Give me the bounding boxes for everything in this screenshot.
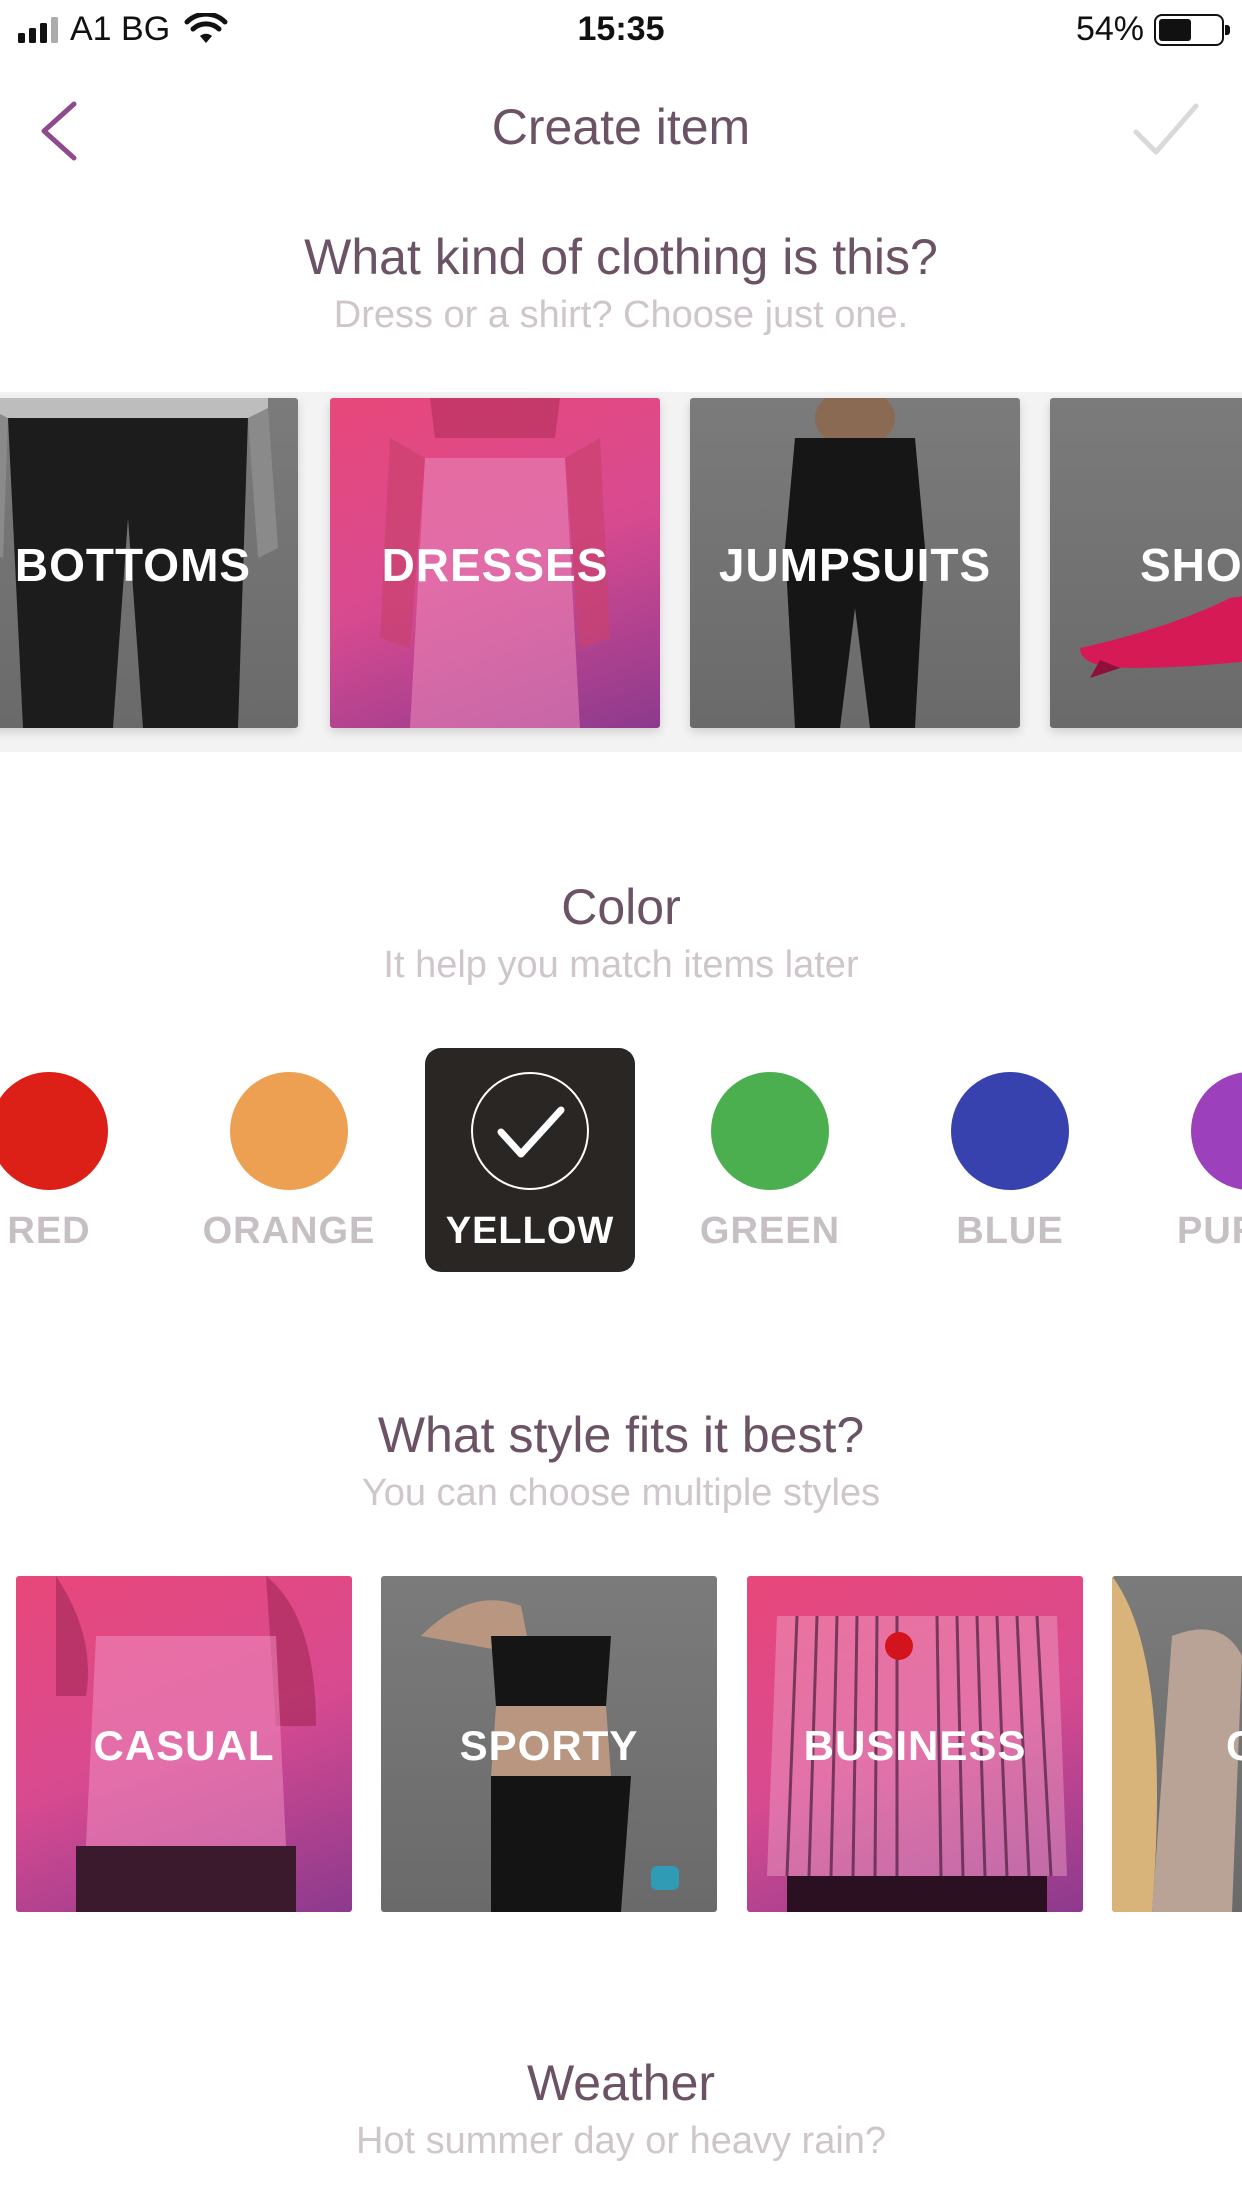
style-card-casual[interactable]: CASUAL bbox=[16, 1576, 352, 1912]
clothing-section-subtitle: Dress or a shirt? Choose just one. bbox=[333, 294, 909, 336]
color-section-title: Color bbox=[561, 879, 681, 935]
style-card-label: BUSINESS bbox=[803, 1722, 1027, 1769]
style-carousel[interactable]: CASUAL SPORTY BUSINESS bbox=[0, 1576, 1242, 1916]
clothing-card-bottoms[interactable]: BOTTOMS bbox=[0, 398, 298, 728]
color-section-subtitle: It help you match items later bbox=[383, 944, 859, 986]
clothing-card-shoes[interactable]: SHOES bbox=[1050, 398, 1242, 728]
color-swatch-green[interactable]: GREEN bbox=[665, 1048, 875, 1272]
style-card-label: SPORTY bbox=[459, 1722, 639, 1769]
color-dot bbox=[951, 1072, 1069, 1190]
status-time: 15:35 bbox=[577, 10, 665, 48]
clothing-section-title: What kind of clothing is this? bbox=[304, 229, 938, 285]
color-swatch-yellow[interactable]: YELLOW bbox=[425, 1048, 635, 1272]
battery-fill bbox=[1159, 18, 1192, 41]
style-section-title: What style fits it best? bbox=[377, 1407, 865, 1463]
weather-section-subtitle: Hot summer day or heavy rain? bbox=[355, 2120, 887, 2162]
status-right: 54% bbox=[1075, 10, 1230, 49]
clothing-card-label: JUMPSUITS bbox=[718, 539, 992, 591]
clothing-card-label: BOTTOMS bbox=[14, 539, 252, 591]
color-label: PURPLE bbox=[1177, 1210, 1242, 1252]
color-dot bbox=[711, 1072, 829, 1190]
color-label: BLUE bbox=[956, 1210, 1064, 1252]
weather-section-title: Weather bbox=[526, 2055, 716, 2111]
color-swatch-purple[interactable]: PURPLE bbox=[1145, 1048, 1242, 1272]
color-label: RED bbox=[7, 1210, 91, 1252]
clothing-card-jumpsuits[interactable]: JUMPSUITS bbox=[690, 398, 1020, 728]
color-swatch-red[interactable]: RED bbox=[0, 1048, 154, 1272]
style-card-business[interactable]: BUSINESS bbox=[747, 1576, 1083, 1912]
clothing-card-dresses[interactable]: DRESSES bbox=[330, 398, 660, 728]
color-picker-carousel[interactable]: RED ORANGE YELLOW GREEN BLUE PURPLE bbox=[0, 1048, 1242, 1278]
clothing-card-label: DRESSES bbox=[381, 539, 609, 591]
status-bar: A1 BG 15:35 54% bbox=[0, 0, 1242, 60]
page-title: Create item bbox=[491, 99, 751, 155]
color-dot bbox=[1191, 1072, 1242, 1190]
clothing-card-label: SHOES bbox=[1140, 539, 1242, 591]
color-label: YELLOW bbox=[445, 1210, 615, 1252]
battery-icon bbox=[1154, 13, 1230, 46]
style-card-sporty[interactable]: SPORTY bbox=[381, 1576, 717, 1912]
checkmark-icon bbox=[497, 1106, 565, 1158]
style-card-label: CHIC bbox=[1112, 1722, 1242, 1770]
color-swatch-blue[interactable]: BLUE bbox=[905, 1048, 1115, 1272]
style-card-label: CASUAL bbox=[93, 1722, 275, 1769]
color-label: ORANGE bbox=[202, 1210, 376, 1252]
checkmark-icon[interactable] bbox=[1130, 96, 1202, 162]
navigation-bar: Create item bbox=[0, 70, 1242, 190]
style-section-subtitle: You can choose multiple styles bbox=[361, 1472, 881, 1514]
battery-percentage: 54% bbox=[1075, 10, 1144, 48]
clothing-type-carousel[interactable]: BOTTOMS DRESSES JUMPSUITS SHO bbox=[0, 392, 1242, 752]
color-dot bbox=[230, 1072, 348, 1190]
style-card-chic[interactable]: CHIC bbox=[1112, 1576, 1242, 1912]
color-label: GREEN bbox=[699, 1210, 841, 1252]
color-swatch-orange[interactable]: ORANGE bbox=[184, 1048, 394, 1272]
color-dot bbox=[0, 1072, 108, 1190]
